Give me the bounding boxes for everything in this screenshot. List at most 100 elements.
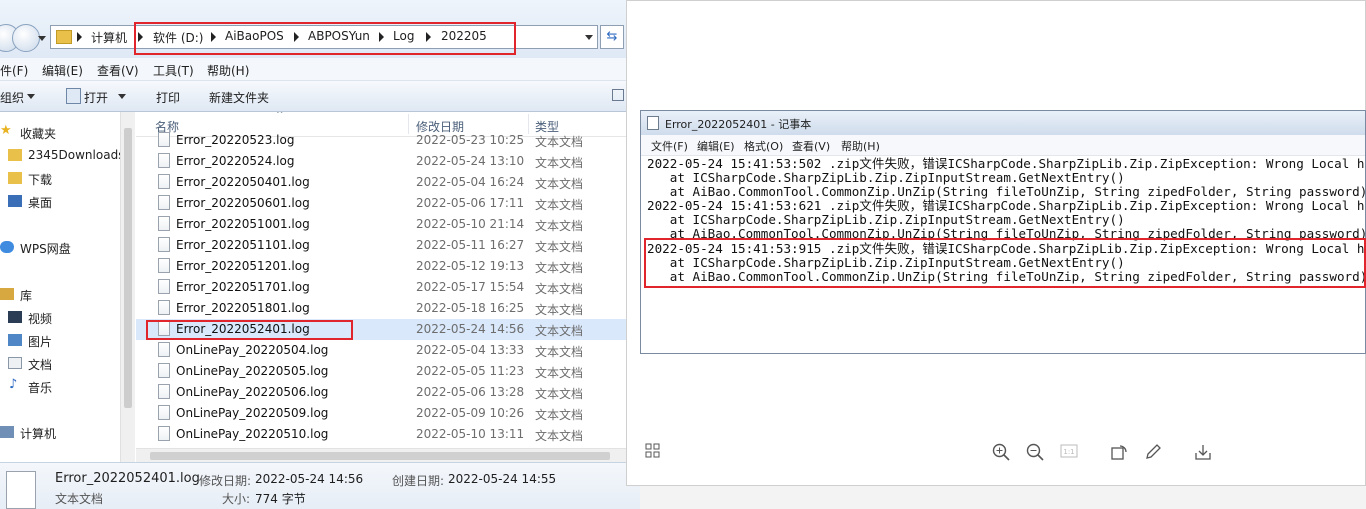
- file-name: Error_20220523.log: [176, 133, 295, 147]
- nav-desktop[interactable]: 桌面: [0, 191, 120, 211]
- details-size-label: 大小:: [222, 492, 251, 506]
- nav-video[interactable]: 视频: [0, 307, 120, 327]
- np-menu-help[interactable]: 帮助(H): [841, 138, 880, 154]
- file-date: 2022-05-06 13:28: [416, 385, 525, 399]
- file-date: 2022-05-10 13:11: [416, 427, 525, 441]
- nav-computer[interactable]: 计算机: [0, 422, 120, 442]
- file-row[interactable]: Error_2022051701.log 2022-05-17 15:54 文本文档: [136, 277, 626, 298]
- log-line: at ICSharpCode.SharpZipLib.Zip.ZipInputS…: [647, 170, 1125, 186]
- address-highlight-box: [134, 22, 516, 55]
- np-menu-format[interactable]: 格式(O): [744, 138, 783, 154]
- address-bar-area: 计算机 软件 (D:) AiBaoPOS ABPOSYun Log 202205…: [0, 0, 640, 58]
- details-type: 文本文档: [55, 492, 104, 506]
- nav-2345downloads[interactable]: 2345Downloads: [0, 145, 120, 165]
- open-button[interactable]: 打开: [84, 89, 108, 106]
- selected-file-highlight-box: [146, 320, 353, 340]
- zoom-out-icon[interactable]: [1025, 443, 1045, 463]
- download-folder-icon: [8, 172, 22, 184]
- file-row[interactable]: Error_20220524.log 2022-05-24 13:10 文本文档: [136, 151, 626, 172]
- refresh-icon[interactable]: ⇆: [600, 25, 624, 49]
- file-name: Error_2022051701.log: [176, 280, 310, 294]
- file-row[interactable]: Error_2022051801.log 2022-05-18 16:25 文本文档: [136, 298, 626, 319]
- file-type: 文本文档: [535, 366, 584, 380]
- np-menu-file[interactable]: 文件(F): [651, 138, 688, 154]
- actual-size-icon: 1:1: [1059, 443, 1079, 463]
- hscroll-thumb[interactable]: [150, 452, 610, 460]
- file-date: 2022-05-10 21:14: [416, 217, 525, 231]
- file-name: Error_2022051801.log: [176, 301, 310, 315]
- file-date: 2022-05-09 10:26: [416, 406, 525, 420]
- text-file-icon: [158, 132, 170, 147]
- nav-label: 2345Downloads: [28, 148, 120, 162]
- log-line: 2022-05-24 15:41:53:621 .zip文件失败，错误ICSha…: [647, 198, 1366, 214]
- text-file-icon: [158, 153, 170, 168]
- print-button[interactable]: 打印: [156, 89, 180, 106]
- nav-favorites[interactable]: ★ 收藏夹: [0, 122, 120, 142]
- file-row[interactable]: OnLinePay_20220509.log 2022-05-09 10:26 文本…: [136, 403, 626, 424]
- address-dropdown-icon[interactable]: [585, 35, 593, 40]
- text-file-icon: [158, 279, 170, 294]
- file-date: 2022-05-04 16:24: [416, 175, 525, 189]
- file-type: 文本文档: [535, 135, 584, 149]
- horizontal-scrollbar[interactable]: [136, 448, 626, 463]
- nav-music[interactable]: ♪ 音乐: [0, 376, 120, 396]
- file-type: 文本文档: [535, 303, 584, 317]
- edit-icon[interactable]: [1143, 443, 1163, 463]
- forward-button[interactable]: [12, 24, 40, 52]
- video-icon: [8, 311, 22, 323]
- file-type: 文本文档: [535, 408, 584, 422]
- file-row[interactable]: Error_2022051001.log 2022-05-10 21:14 文本文档: [136, 214, 626, 235]
- nav-downloads[interactable]: 下载: [0, 168, 120, 188]
- file-date: 2022-05-12 19:13: [416, 259, 525, 273]
- zoom-in-icon[interactable]: [991, 443, 1011, 463]
- np-menu-view[interactable]: 查看(V): [792, 138, 830, 154]
- nav-scrollbar[interactable]: [120, 112, 135, 462]
- nav-pictures[interactable]: 图片: [0, 330, 120, 350]
- organize-button[interactable]: 组织: [0, 89, 24, 106]
- menu-file[interactable]: 件(F): [0, 62, 28, 79]
- save-icon[interactable]: [1193, 443, 1213, 463]
- menu-edit[interactable]: 编辑(E): [42, 62, 83, 79]
- menu-view[interactable]: 查看(V): [97, 62, 139, 79]
- file-row[interactable]: Error_20220523.log 2022-05-23 10:25 文本文档: [136, 130, 626, 151]
- file-row[interactable]: Error_2022051201.log 2022-05-12 19:13 文本文档: [136, 256, 626, 277]
- new-folder-button[interactable]: 新建文件夹: [209, 89, 269, 106]
- nav-label: 文档: [28, 358, 53, 372]
- np-menu-edit[interactable]: 编辑(E): [697, 138, 735, 154]
- notepad-title: Error_2022052401 - 记事本: [665, 118, 812, 131]
- file-list: 名称 ^ 修改日期 类型 Error_20220523.log 2022-05-2…: [136, 112, 626, 448]
- star-icon: ★: [0, 123, 12, 138]
- file-name: OnLinePay_20220506.log: [176, 385, 329, 399]
- notepad-window: Error_2022052401 - 记事本 文件(F) 编辑(E) 格式(O)…: [640, 110, 1366, 354]
- view-options-icon[interactable]: [612, 89, 624, 101]
- nav-documents[interactable]: 文档: [0, 353, 120, 373]
- library-icon: [0, 288, 14, 300]
- file-row[interactable]: Error_2022051101.log 2022-05-11 16:27 文本文档: [136, 235, 626, 256]
- file-row[interactable]: OnLinePay_20220505.log 2022-05-05 11:23 文本…: [136, 361, 626, 382]
- log-line: at AiBao.CommonTool.CommonZip.UnZip(Stri…: [647, 184, 1366, 200]
- log-line: at ICSharpCode.SharpZipLib.Zip.ZipInputS…: [647, 212, 1125, 228]
- log-highlight-box: [644, 238, 1366, 288]
- menu-tools[interactable]: 工具(T): [153, 62, 194, 79]
- nav-label: 图片: [28, 335, 53, 349]
- file-row[interactable]: Error_2022050601.log 2022-05-06 17:11 文本文档: [136, 193, 626, 214]
- nav-wps-drive[interactable]: WPS网盘: [0, 237, 120, 257]
- menu-help[interactable]: 帮助(H): [207, 62, 249, 79]
- file-row[interactable]: OnLinePay_20220510.log 2022-05-10 13:11 文本…: [136, 424, 626, 445]
- file-row[interactable]: Error_2022050401.log 2022-05-04 16:24 文本文档: [136, 172, 626, 193]
- file-large-icon: [6, 471, 36, 509]
- file-type: 文本文档: [535, 156, 584, 170]
- nav-label: 收藏夹: [20, 127, 57, 141]
- file-row[interactable]: OnLinePay_20220504.log 2022-05-04 13:33 文本…: [136, 340, 626, 361]
- grid-icon[interactable]: [643, 443, 663, 463]
- text-file-icon: [158, 195, 170, 210]
- text-file-icon: [158, 258, 170, 273]
- history-dropdown-icon[interactable]: [38, 36, 46, 41]
- notepad-icon: [647, 116, 659, 130]
- nav-library[interactable]: 库: [0, 284, 120, 304]
- breadcrumb-computer[interactable]: 计算机: [91, 29, 127, 46]
- nav-scroll-thumb[interactable]: [124, 128, 132, 408]
- file-row[interactable]: OnLinePay_20220506.log 2022-05-06 13:28 文本…: [136, 382, 626, 403]
- details-modified: 2022-05-24 14:56: [255, 472, 364, 486]
- rotate-icon[interactable]: [1109, 443, 1129, 463]
